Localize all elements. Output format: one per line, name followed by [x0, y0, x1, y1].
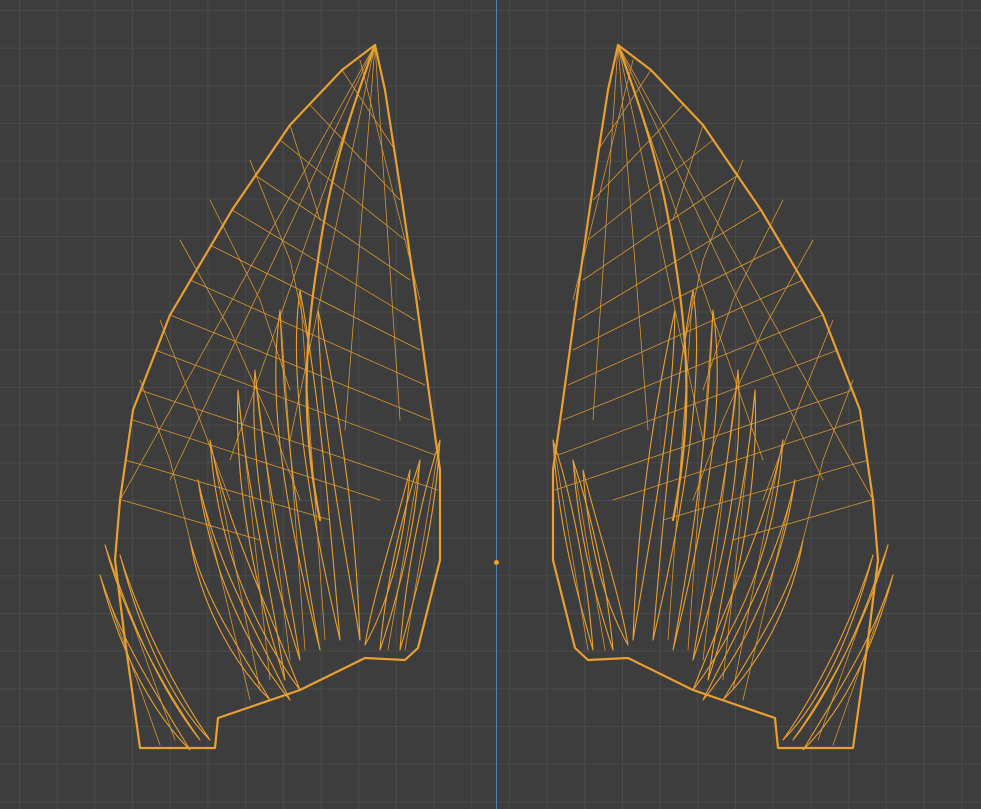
wing-right[interactable] — [551, 43, 895, 752]
wing-left[interactable] — [98, 43, 442, 752]
origin-marker-icon — [494, 560, 499, 565]
wireframe-mesh-layer[interactable] — [0, 0, 981, 809]
3d-viewport[interactable] — [0, 0, 981, 809]
